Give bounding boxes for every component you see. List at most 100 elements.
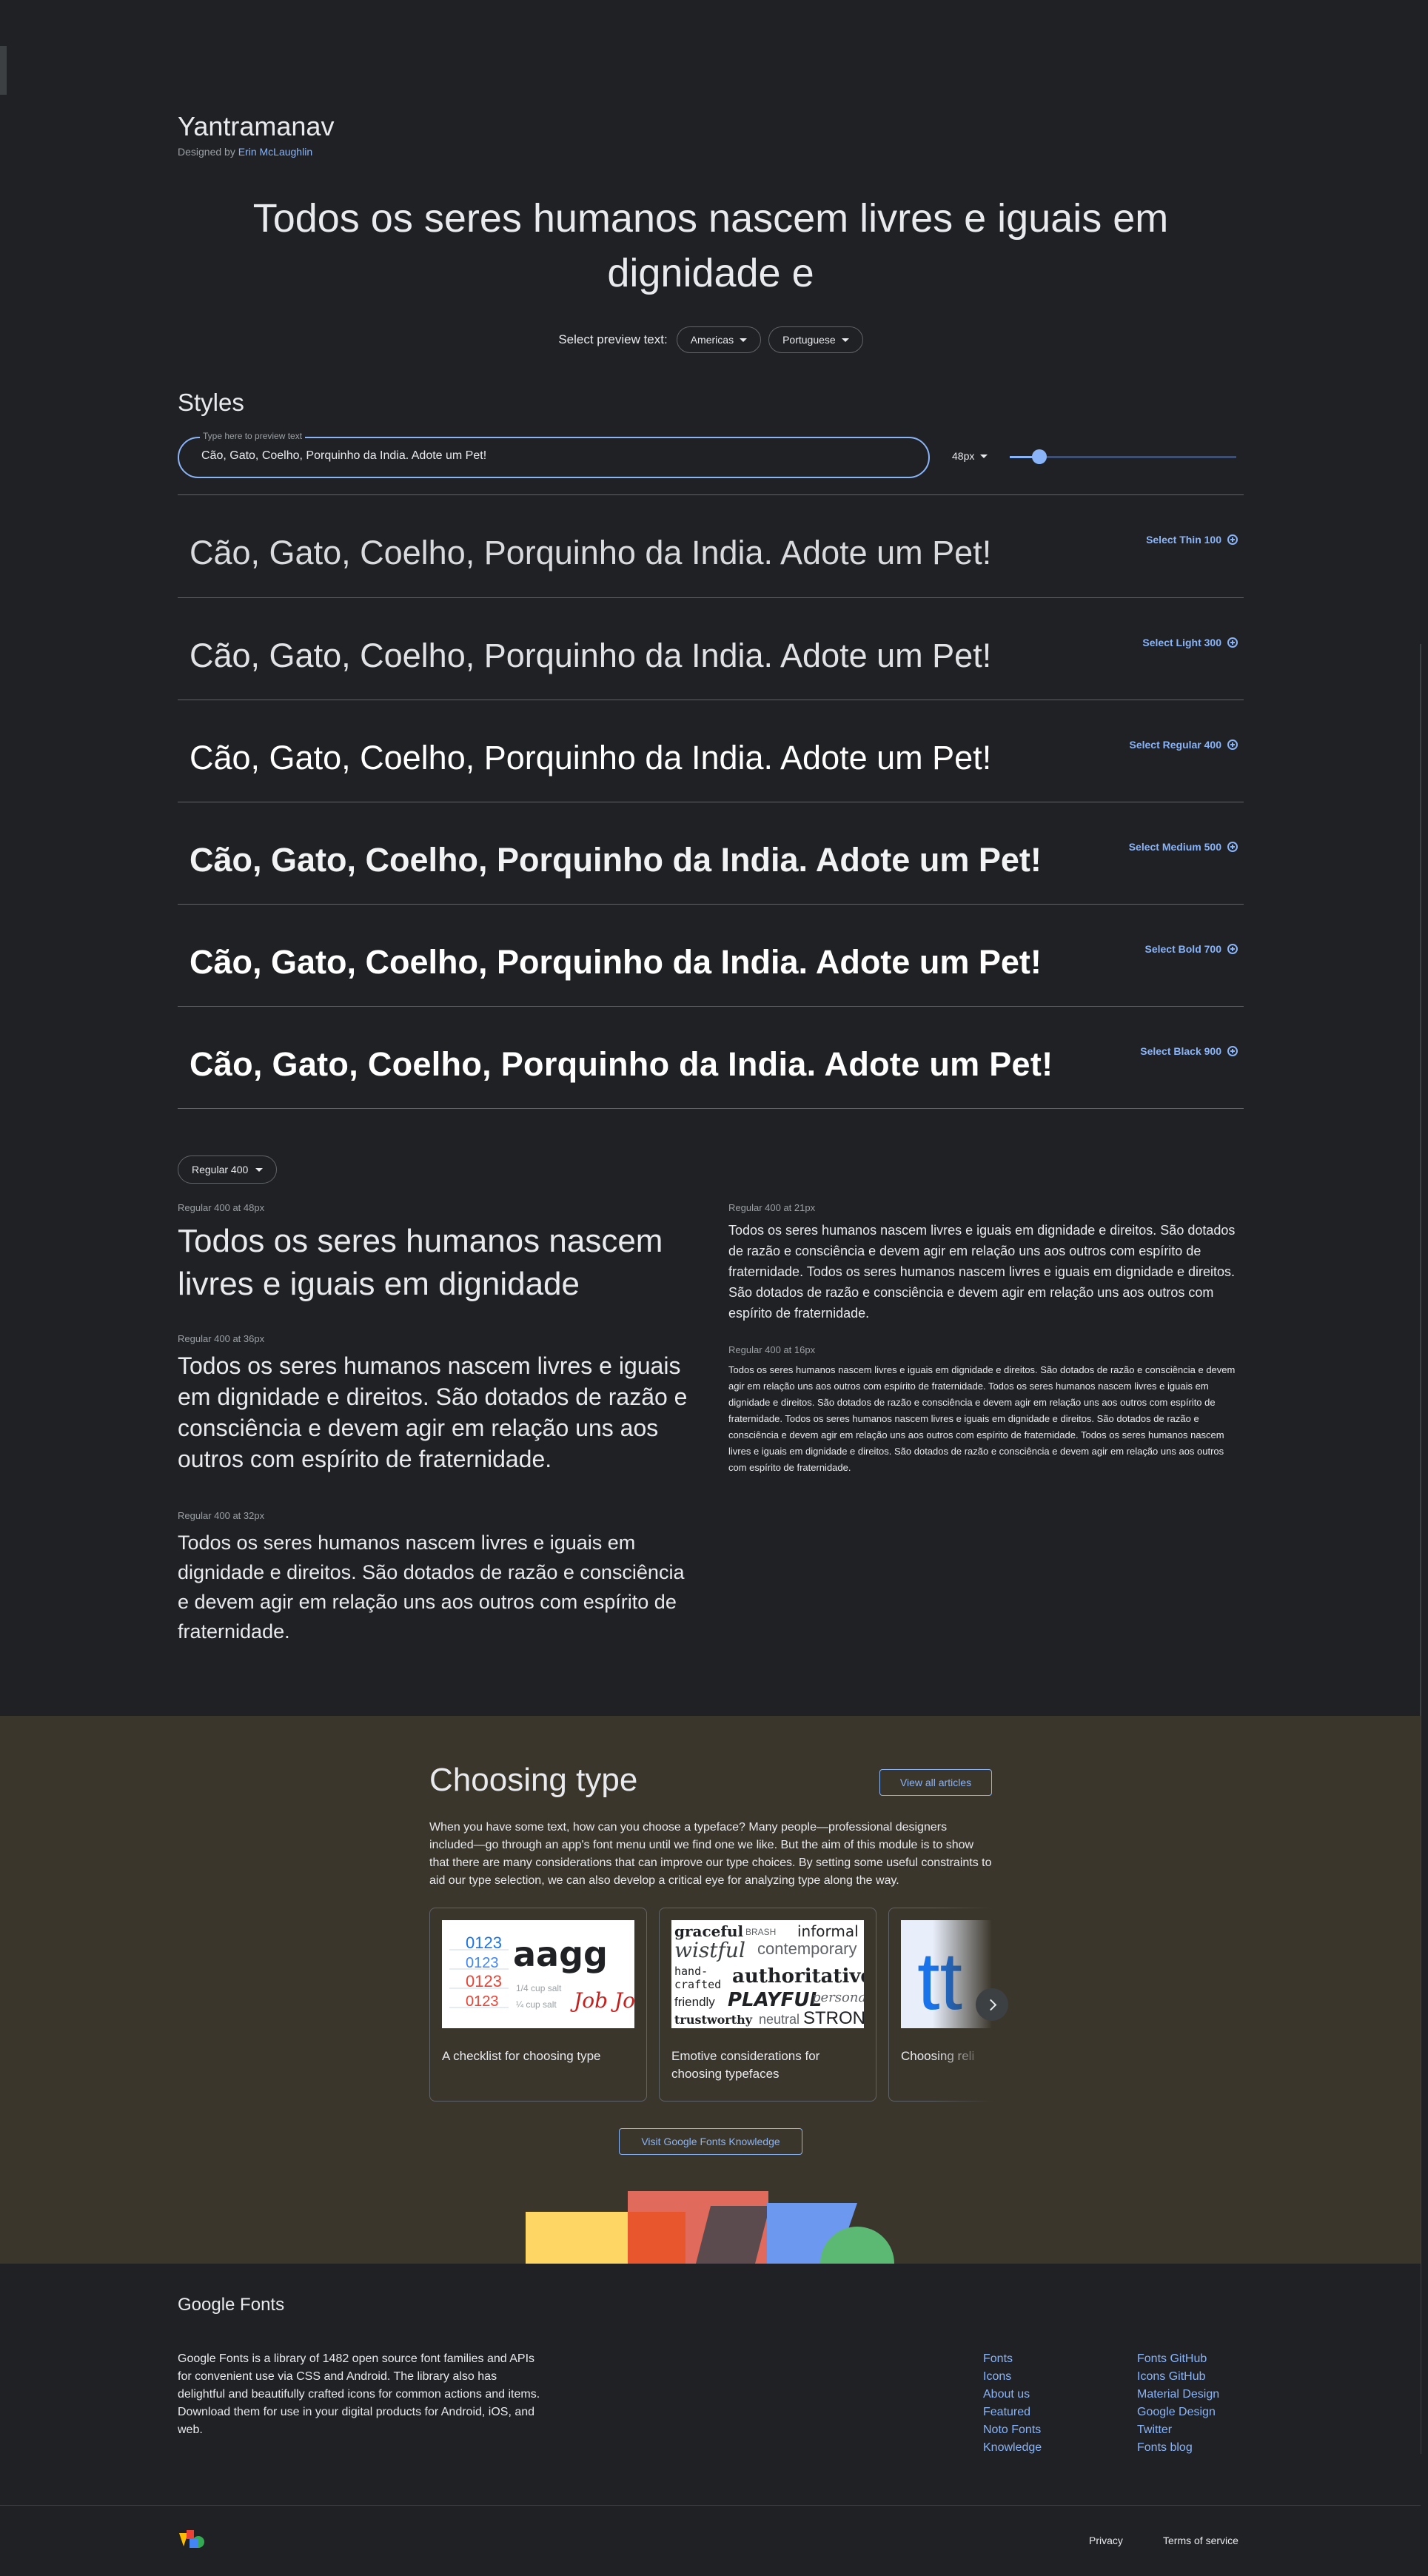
- footer-link-twitter[interactable]: Twitter: [1137, 2421, 1219, 2439]
- font-size-select[interactable]: 48px: [952, 450, 988, 462]
- select-thin-100-button[interactable]: Select Thin 100: [1146, 534, 1238, 546]
- terms-link[interactable]: Terms of service: [1163, 2535, 1238, 2546]
- region-value: Americas: [690, 334, 734, 346]
- svg-text:trustworthy: trustworthy: [674, 2013, 753, 2027]
- digits-sample: 0123: [466, 1993, 499, 2010]
- select-label: Select Black 900: [1140, 1045, 1221, 1057]
- footer-link-featured[interactable]: Featured: [983, 2404, 1042, 2421]
- footer-link-fonts[interactable]: Fonts: [983, 2350, 1042, 2368]
- plus-circle-icon: [1227, 534, 1238, 545]
- plus-circle-icon: [1227, 842, 1238, 852]
- sample-size-label: Regular 400 at 32px: [178, 1510, 265, 1521]
- select-medium-500-button[interactable]: Select Medium 500: [1129, 841, 1238, 853]
- style-row-light: Cão, Gato, Coelho, Porquinho da India. A…: [178, 598, 1244, 700]
- article-title: A checklist for choosing type: [442, 2049, 601, 2063]
- chevron-right-icon: [985, 1999, 996, 2010]
- plus-circle-icon: [1227, 637, 1238, 648]
- sample-36px: Todos os seres humanos nascem livres e i…: [178, 1352, 688, 1472]
- style-row-black: Cão, Gato, Coelho, Porquinho da India. A…: [178, 1007, 1244, 1109]
- checklist-illustration-icon: 0123 0123 0123 0123 aagg 1/4 cup salt ¼ …: [442, 1920, 634, 2028]
- view-all-articles-button[interactable]: View all articles: [879, 1769, 992, 1796]
- select-label: Select Light 300: [1142, 637, 1221, 648]
- preview-label: Select preview text:: [558, 332, 668, 346]
- footer-divider: [0, 2505, 1421, 2506]
- style-row-bold: Cão, Gato, Coelho, Porquinho da India. A…: [178, 905, 1244, 1007]
- google-fonts-logo[interactable]: Google Fonts: [178, 2295, 284, 2315]
- style-sample: Cão, Gato, Coelho, Porquinho da India. A…: [190, 637, 992, 674]
- preview-text-input-label: Type here to preview text: [200, 431, 306, 441]
- privacy-link[interactable]: Privacy: [1089, 2535, 1123, 2546]
- article-card-checklist[interactable]: 0123 0123 0123 0123 aagg 1/4 cup salt ¼ …: [429, 1908, 647, 2102]
- footer-link-blog[interactable]: Fonts blog: [1137, 2439, 1219, 2457]
- plus-circle-icon: [1227, 1046, 1238, 1056]
- sample-48px: Todos os seres humanos nascem livres e i…: [178, 1223, 663, 1302]
- footer-description: Google Fonts is a library of 1482 open s…: [178, 2352, 540, 2436]
- svg-text:wistful: wistful: [674, 1938, 745, 1962]
- sample-size-label: Regular 400 at 21px: [728, 1202, 816, 1213]
- fraction-sample: 1/4 cup salt: [516, 1983, 562, 1993]
- article-card-emotive[interactable]: graceful BRASH informal wistful contempo…: [659, 1908, 876, 2102]
- footer-link-fonts-github[interactable]: Fonts GitHub: [1137, 2350, 1219, 2368]
- footer-link-material[interactable]: Material Design: [1137, 2386, 1219, 2404]
- font-size-value: 48px: [952, 450, 975, 462]
- svg-text:informal: informal: [797, 1922, 859, 1940]
- sample-size-label: Regular 400 at 36px: [178, 1333, 265, 1344]
- articles-carousel: 0123 0123 0123 0123 aagg 1/4 cup salt ¼ …: [429, 1895, 992, 2117]
- designer-credit: Designed by Erin McLaughlin: [178, 146, 312, 158]
- visit-knowledge-button[interactable]: Visit Google Fonts Knowledge: [619, 2128, 802, 2155]
- svg-text:neutral: neutral: [759, 2012, 800, 2027]
- footer-link-icons[interactable]: Icons: [983, 2368, 1042, 2386]
- choosing-type-title: Choosing type: [429, 1762, 638, 1798]
- svg-text:authoritative: authoritative: [732, 1965, 864, 1988]
- select-label: Select Medium 500: [1128, 841, 1221, 853]
- style-row-medium: Cão, Gato, Coelho, Porquinho da India. A…: [178, 802, 1244, 905]
- svg-text:contemporary: contemporary: [757, 1939, 857, 1958]
- select-label: Select Thin 100: [1146, 534, 1221, 546]
- style-row-thin: Cão, Gato, Coelho, Porquinho da India. A…: [178, 495, 1244, 597]
- footer-link-icons-github[interactable]: Icons GitHub: [1137, 2368, 1219, 2386]
- select-label: Select Regular 400: [1129, 739, 1221, 751]
- knowledge-shapes-illustration: [526, 2191, 894, 2264]
- select-light-300-button[interactable]: Select Light 300: [1142, 637, 1238, 648]
- sample-size-label: Regular 400 at 16px: [728, 1344, 816, 1355]
- article-image-emotive: graceful BRASH informal wistful contempo…: [671, 1920, 864, 2028]
- caret-down-icon: [980, 454, 988, 458]
- side-marker: [0, 46, 7, 95]
- language-select[interactable]: Portuguese: [768, 326, 863, 353]
- language-value: Portuguese: [782, 334, 836, 346]
- sample-32px: Todos os seres humanos nascem livres e i…: [178, 1532, 685, 1643]
- weight-select[interactable]: Regular 400: [178, 1155, 278, 1184]
- script-sample: Job Job: [570, 1988, 634, 2013]
- designer-link[interactable]: Erin McLaughlin: [238, 146, 312, 158]
- sample-21px: Todos os seres humanos nascem livres e i…: [728, 1223, 1236, 1321]
- preview-text-selector: Select preview text: Americas Portuguese: [178, 326, 1244, 353]
- footer-link-google-design[interactable]: Google Design: [1137, 2404, 1219, 2421]
- sample-size-label: Regular 400 at 48px: [178, 1202, 265, 1213]
- footer-link-about[interactable]: About us: [983, 2386, 1042, 2404]
- style-sample: Cão, Gato, Coelho, Porquinho da India. A…: [190, 943, 1042, 981]
- preview-text-input-value[interactable]: Cão, Gato, Coelho, Porquinho da India. A…: [201, 449, 486, 463]
- google-fonts-logo-icon[interactable]: [178, 2527, 206, 2549]
- styles-heading: Styles: [178, 389, 244, 416]
- svg-text:STRONG: STRONG: [803, 2008, 864, 2028]
- hero-preview: Todos os seres humanos nascem livres e i…: [252, 196, 1169, 295]
- footer-link-knowledge[interactable]: Knowledge: [983, 2439, 1042, 2457]
- select-label: Select Bold 700: [1144, 943, 1222, 955]
- select-black-900-button[interactable]: Select Black 900: [1140, 1045, 1238, 1057]
- font-size-slider-thumb[interactable]: [1032, 449, 1047, 464]
- footer-links-secondary: Fonts GitHub Icons GitHub Material Desig…: [1137, 2350, 1219, 2457]
- digits-sample: 0123: [466, 1955, 499, 1971]
- carousel-next-button[interactable]: [976, 1988, 1008, 2021]
- digits-sample: 0123: [466, 1933, 502, 1952]
- choosing-type-description: When you have some text, how can you cho…: [429, 1821, 992, 1887]
- family-name: Yantramanav: [178, 111, 335, 141]
- select-regular-400-button[interactable]: Select Regular 400: [1129, 739, 1238, 751]
- sample-16px: Todos os seres humanos nascem livres e i…: [728, 1364, 1236, 1473]
- region-select[interactable]: Americas: [676, 326, 762, 353]
- svg-text:friendly: friendly: [674, 1995, 715, 2009]
- footer-link-noto[interactable]: Noto Fonts: [983, 2421, 1042, 2439]
- digits-sample: 0123: [466, 1972, 502, 1990]
- select-bold-700-button[interactable]: Select Bold 700: [1145, 943, 1238, 955]
- caret-down-icon: [255, 1167, 264, 1172]
- style-sample: Cão, Gato, Coelho, Porquinho da India. A…: [190, 534, 992, 571]
